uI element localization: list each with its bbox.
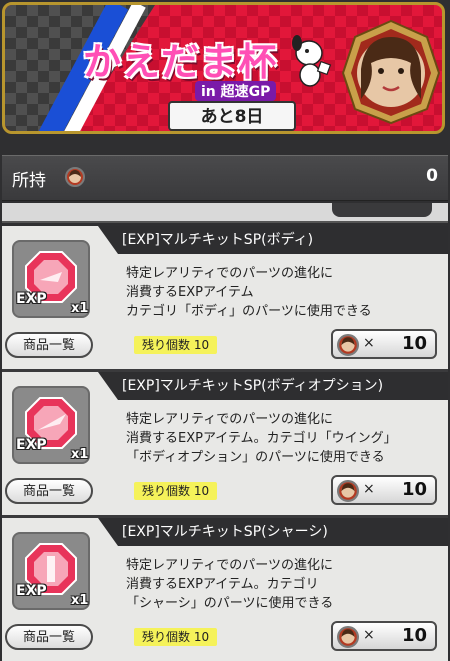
owned-label: 所持 bbox=[12, 171, 46, 191]
event-banner[interactable]: かえだま杯 in 超速GP あと8日 bbox=[2, 2, 445, 134]
shop-item-card[interactable]: [EXP]マルチキットSP(ボディオプション) EXP x1 特定レアリティでの… bbox=[2, 372, 448, 515]
item-description: 特定レアリティでのパーツの進化に 消費するEXPアイテム カテゴリ「ボディ」のパ… bbox=[126, 266, 372, 319]
character-coin-icon bbox=[65, 167, 85, 187]
mascot-icon bbox=[292, 35, 332, 87]
item-description: 特定レアリティでのパーツの進化に 消費するEXPアイテム。カテゴリ 「シャーシ」… bbox=[126, 558, 334, 611]
cost-value: 10 bbox=[401, 333, 427, 354]
exp-label: EXP bbox=[16, 583, 47, 599]
owned-currency-bar: 所持 0 bbox=[2, 155, 448, 201]
shop-item-card[interactable]: [EXP]マルチキットSP(シャーシ) EXP x1 特定レアリティでのパーツの… bbox=[2, 518, 448, 661]
remaining-stock-badge: 残り個数 10 bbox=[134, 628, 218, 646]
cost-value: 10 bbox=[401, 625, 427, 646]
remaining-stock-badge: 残り個数 10 bbox=[134, 482, 218, 500]
previous-card-edge bbox=[2, 203, 448, 223]
exp-label: EXP bbox=[16, 291, 47, 307]
event-title: かえだま杯 bbox=[83, 40, 278, 84]
exp-label: EXP bbox=[16, 437, 47, 453]
countdown-label: あと8日 bbox=[168, 101, 296, 131]
product-list-button[interactable]: 商品一覧 bbox=[5, 624, 93, 650]
item-name: [EXP]マルチキットSP(ボディ) bbox=[98, 226, 448, 254]
item-description: 特定レアリティでのパーツの進化に 消費するEXPアイテム。カテゴリ「ウイング」 … bbox=[126, 412, 397, 465]
item-quantity: x1 bbox=[71, 301, 89, 316]
shop-item-card[interactable]: [EXP]マルチキットSP(ボディ) EXP x1 特定レアリティでのパーツの進… bbox=[2, 226, 448, 369]
cost-multiplier: × bbox=[363, 627, 375, 643]
cost-multiplier: × bbox=[363, 481, 375, 497]
cost-value: 10 bbox=[401, 479, 427, 500]
character-coin-icon bbox=[337, 480, 359, 502]
exchange-button[interactable]: × 10 bbox=[331, 475, 437, 505]
item-name: [EXP]マルチキットSP(シャーシ) bbox=[98, 518, 448, 546]
exchange-button[interactable]: × 10 bbox=[331, 329, 437, 359]
item-quantity: x1 bbox=[71, 593, 89, 608]
cost-multiplier: × bbox=[363, 335, 375, 351]
product-list-button[interactable]: 商品一覧 bbox=[5, 478, 93, 504]
exchange-button[interactable]: × 10 bbox=[331, 621, 437, 651]
item-quantity: x1 bbox=[71, 447, 89, 462]
remaining-stock-badge: 残り個数 10 bbox=[134, 336, 218, 354]
event-subtitle: in 超速GP bbox=[195, 81, 277, 101]
owned-count: 0 bbox=[426, 166, 438, 186]
product-list-button[interactable]: 商品一覧 bbox=[5, 332, 93, 358]
character-coin-icon bbox=[337, 334, 359, 356]
item-name: [EXP]マルチキットSP(ボディオプション) bbox=[98, 372, 448, 400]
character-medal-icon bbox=[341, 19, 441, 125]
character-coin-icon bbox=[337, 626, 359, 648]
